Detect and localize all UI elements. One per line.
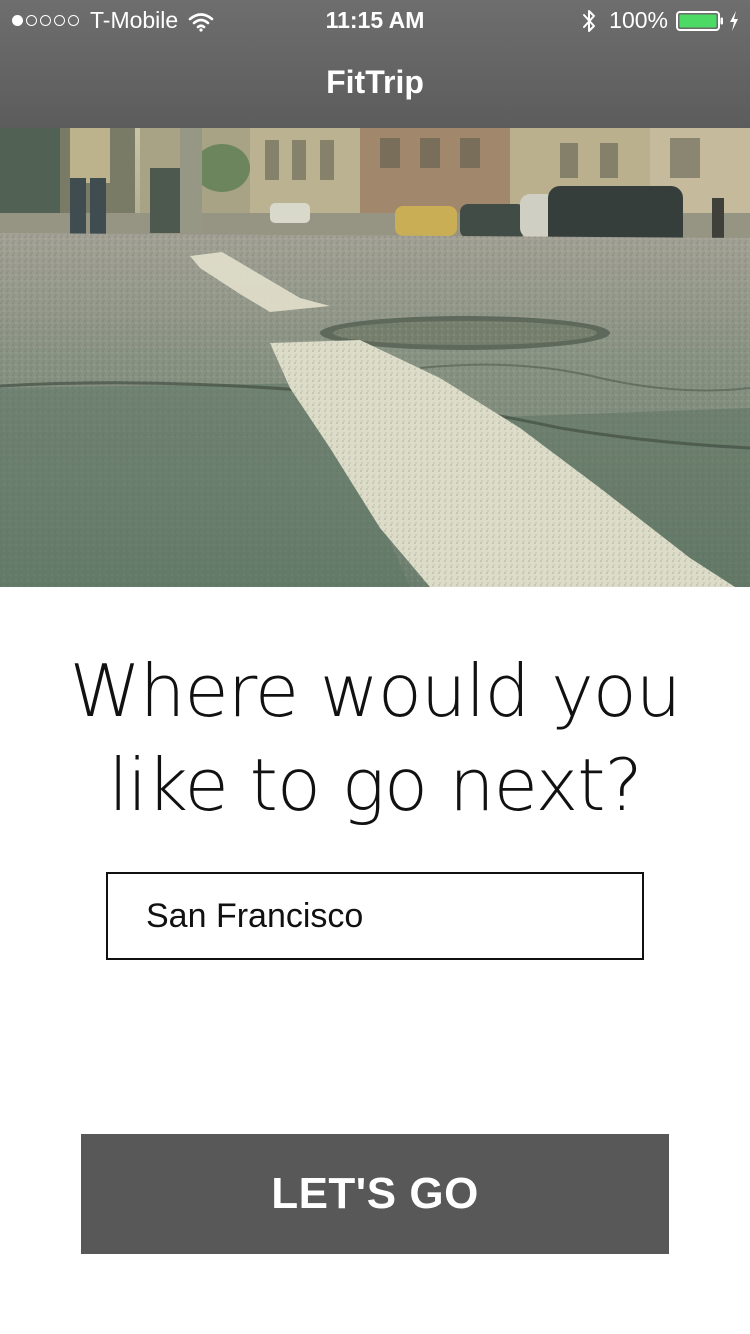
question-heading: Where would you like to go next? <box>40 644 710 832</box>
hero-image <box>0 128 750 587</box>
destination-input[interactable] <box>106 872 644 960</box>
status-bar: T-Mobile 11:15 AM 100% <box>0 0 750 40</box>
status-right: 100% <box>581 7 740 34</box>
question-line-1: Where would you <box>69 649 682 733</box>
app-screen: T-Mobile 11:15 AM 100% FitTrip Where wou… <box>0 0 750 1334</box>
bluetooth-icon <box>581 8 597 34</box>
battery-icon <box>676 10 724 32</box>
nav-title: FitTrip <box>326 64 424 100</box>
question-line-2: like to go next? <box>108 743 642 827</box>
battery-percent: 100% <box>609 7 668 33</box>
header: T-Mobile 11:15 AM 100% FitTrip <box>0 0 750 128</box>
charging-bolt-icon <box>728 10 740 32</box>
lets-go-button[interactable]: LET'S GO <box>81 1134 669 1254</box>
